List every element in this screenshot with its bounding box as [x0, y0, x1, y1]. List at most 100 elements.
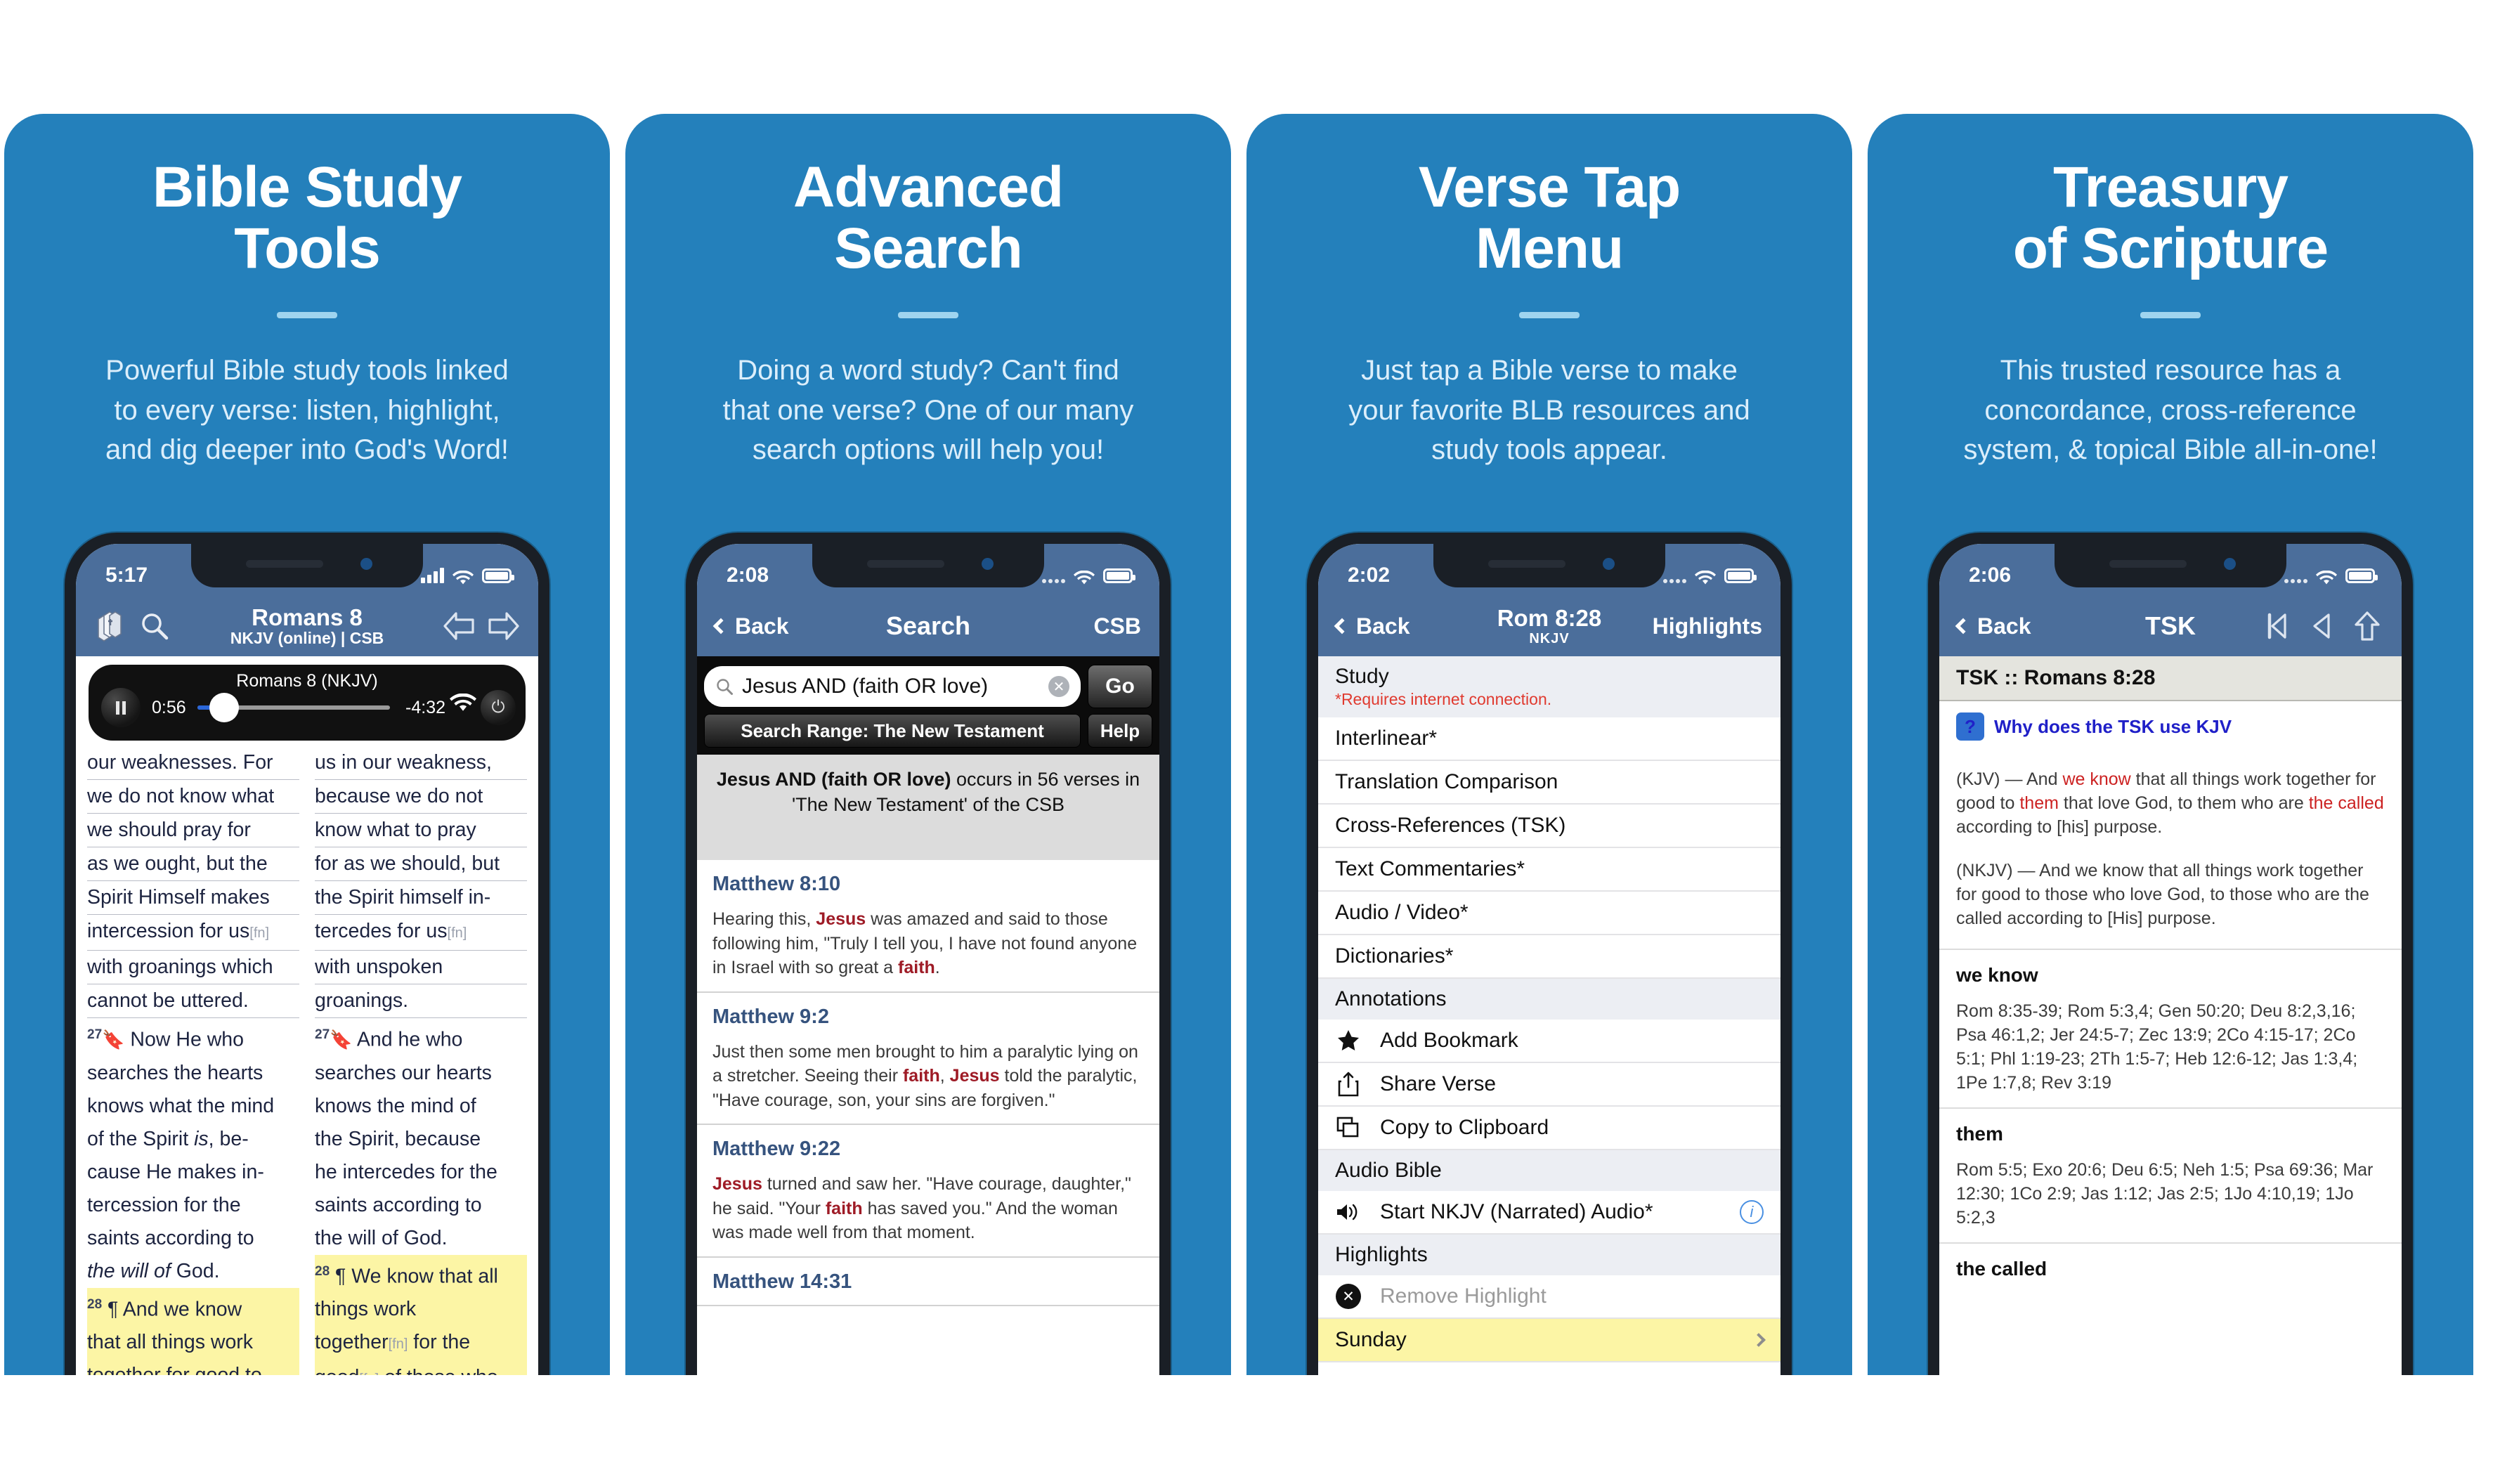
bible-text-line[interactable]: tercedes for us[fn] — [315, 915, 527, 951]
bible-text-line[interactable]: searches our hearts — [315, 1057, 527, 1090]
audio-power-button[interactable]: ⏻ — [481, 690, 516, 725]
bible-text-line[interactable]: Spirit Himself makes — [87, 881, 299, 915]
footnote-marker[interactable]: [fn] — [249, 925, 269, 941]
verse-action-menu[interactable]: Study *Requires internet connection. Inter… — [1318, 656, 1780, 1362]
up-arrow-icon[interactable] — [2351, 611, 2383, 642]
bible-text-line[interactable]: us in our weakness, — [315, 746, 527, 780]
bible-text-line[interactable]: the will of God. — [315, 1222, 527, 1255]
bible-text-line[interactable]: tercession for the — [87, 1189, 299, 1222]
menu-item-start-nkjv-narrated-audio[interactable]: Start NKJV (Narrated) Audio* i — [1318, 1191, 1780, 1235]
books-icon[interactable] — [94, 610, 126, 642]
tsk-crossref-block[interactable]: the called — [1939, 1242, 2402, 1293]
tsk-help-link[interactable]: ? Why does the TSK use KJV — [1939, 701, 2402, 748]
bible-text-line[interactable]: knows the mind of — [315, 1090, 527, 1123]
bible-text-line[interactable]: our weaknesses. For — [87, 746, 299, 780]
menu-item-interlinear[interactable]: Interlinear* — [1318, 717, 1780, 761]
menu-item-sunday[interactable]: Sunday — [1318, 1319, 1780, 1362]
search-result-item[interactable]: Matthew 9:22 Jesus turned and saw her. "… — [697, 1125, 1159, 1258]
bible-text-line[interactable]: 27🔖 And he who — [315, 1018, 527, 1057]
back-button[interactable]: Back — [712, 613, 789, 639]
previous-chapter-icon[interactable] — [443, 611, 475, 642]
info-icon[interactable]: i — [1740, 1200, 1764, 1224]
menu-item-add-bookmark[interactable]: Add Bookmark — [1318, 1020, 1780, 1063]
bible-text-line[interactable]: good[fn] of those who — [315, 1361, 527, 1375]
search-range-button[interactable]: Search Range: The New Testament — [704, 714, 1081, 748]
menu-item-text-commentaries[interactable]: Text Commentaries* — [1318, 848, 1780, 892]
audio-scrubber-knob[interactable] — [209, 693, 240, 722]
clear-icon[interactable]: ✕ — [1048, 676, 1069, 697]
go-button[interactable]: Go — [1088, 665, 1152, 708]
tsk-reference-list[interactable]: Rom 5:5; Exo 20:6; Deu 6:5; Neh 1:5; Psa… — [1956, 1158, 2385, 1230]
bible-text-line[interactable]: 28 ¶ We know that all — [315, 1254, 527, 1293]
highlighted-phrase: the called — [2308, 793, 2384, 813]
search-input[interactable]: Jesus AND (faith OR love) ✕ — [704, 666, 1081, 707]
back-button[interactable]: Back — [1334, 613, 1410, 639]
bible-text-line[interactable]: saints according to — [315, 1189, 527, 1222]
back-button[interactable]: Back — [1955, 613, 2031, 639]
audio-scrubber[interactable] — [197, 693, 391, 722]
bible-text-line[interactable]: he intercedes for the — [315, 1156, 527, 1189]
bible-text-line[interactable]: together for good to — [87, 1359, 299, 1375]
pause-button[interactable] — [101, 688, 141, 727]
bible-text-line[interactable]: with unspoken — [315, 951, 527, 984]
tsk-crossref-blocks[interactable]: we know Rom 8:35-39; Rom 5:3,4; Gen 50:20… — [1939, 949, 2402, 1293]
bible-text-line[interactable]: 27🔖 Now He who — [87, 1018, 299, 1057]
bible-column-nkjv[interactable]: our weaknesses. For we do not know what we… — [87, 746, 299, 1375]
help-button[interactable]: Help — [1088, 714, 1152, 748]
bible-text-line[interactable]: we do not know what — [87, 780, 299, 814]
highlights-button[interactable]: Highlights — [1653, 613, 1762, 639]
previous-result-icon[interactable] — [2306, 611, 2338, 642]
search-result-item[interactable]: Matthew 8:10 Hearing this, Jesus was ama… — [697, 860, 1159, 993]
translation-button[interactable]: CSB — [1093, 613, 1141, 639]
bible-text-line[interactable]: as we ought, but the — [87, 847, 299, 881]
search-result-item[interactable]: Matthew 14:31 — [697, 1258, 1159, 1306]
tsk-reference-list[interactable]: Rom 8:35-39; Rom 5:3,4; Gen 50:20; Deu 8… — [1956, 999, 2385, 1095]
footnote-marker[interactable]: [fn] — [448, 925, 467, 941]
bible-text-line[interactable]: we should pray for — [87, 814, 299, 847]
bookmark-icon[interactable]: 🔖 — [102, 1029, 124, 1050]
audio-player-bar[interactable]: Romans 8 (NKJV) 0:56 -4:32 ⏻ — [89, 665, 526, 741]
bible-text-line[interactable]: groanings. — [315, 984, 527, 1018]
bible-text-line[interactable]: for as we should, but — [315, 847, 527, 881]
bible-text-line[interactable]: with groanings which — [87, 951, 299, 984]
search-result-item[interactable]: Matthew 9:2 Just then some men brought t… — [697, 993, 1159, 1125]
search-icon[interactable] — [139, 611, 170, 642]
bible-text-line[interactable]: things work — [315, 1293, 527, 1326]
search-results-list[interactable]: Matthew 8:10 Hearing this, Jesus was ama… — [697, 860, 1159, 1306]
tsk-crossref-block[interactable]: them Rom 5:5; Exo 20:6; Deu 6:5; Neh 1:5;… — [1939, 1107, 2402, 1242]
tsk-crossref-block[interactable]: we know Rom 8:35-39; Rom 5:3,4; Gen 50:20… — [1939, 949, 2402, 1107]
result-reference[interactable]: Matthew 9:2 — [712, 1005, 1144, 1029]
panel-title: Treasury of Scripture — [2012, 155, 2329, 280]
bible-text-line[interactable]: the Spirit himself in- — [315, 881, 527, 915]
menu-item-remove-highlight[interactable]: ✕ Remove Highlight — [1318, 1275, 1780, 1319]
footnote-marker[interactable]: [fn] — [389, 1336, 408, 1352]
bible-text-line[interactable]: cause He makes in- — [87, 1156, 299, 1189]
bible-text-line[interactable]: searches the hearts — [87, 1057, 299, 1090]
bible-text-line[interactable]: knows what the mind — [87, 1090, 299, 1123]
bible-text-line[interactable]: saints according to — [87, 1222, 299, 1255]
menu-item-copy-to-clipboard[interactable]: Copy to Clipboard — [1318, 1107, 1780, 1150]
bible-text-line[interactable]: the Spirit, because — [315, 1123, 527, 1156]
bible-text-line[interactable]: 28 ¶ And we know — [87, 1287, 299, 1326]
bible-text-line[interactable]: together[fn] for the — [315, 1326, 527, 1361]
menu-item-dictionaries[interactable]: Dictionaries* — [1318, 935, 1780, 979]
result-reference[interactable]: Matthew 9:22 — [712, 1138, 1144, 1161]
next-chapter-icon[interactable] — [488, 611, 520, 642]
bible-column-csb[interactable]: us in our weakness, because we do not know… — [315, 746, 527, 1375]
bible-text-line[interactable]: of the Spirit is, be- — [87, 1123, 299, 1156]
bible-text-line[interactable]: know what to pray — [315, 814, 527, 847]
bookmark-icon[interactable]: 🔖 — [330, 1029, 352, 1050]
bible-text-line[interactable]: that all things work — [87, 1326, 299, 1359]
bible-text-line[interactable]: the will of God. — [87, 1255, 299, 1288]
menu-item-cross-references-tsk[interactable]: Cross-References (TSK) — [1318, 805, 1780, 848]
menu-item-translation-comparison[interactable]: Translation Comparison — [1318, 761, 1780, 805]
menu-item-audio-video[interactable]: Audio / Video* — [1318, 892, 1780, 935]
result-reference[interactable]: Matthew 8:10 — [712, 873, 1144, 896]
bible-text-line[interactable]: cannot be uttered. — [87, 984, 299, 1018]
result-reference[interactable]: Matthew 14:31 — [712, 1270, 1144, 1294]
footnote-marker[interactable]: [fn] — [359, 1372, 379, 1375]
bible-text-line[interactable]: because we do not — [315, 780, 527, 814]
menu-item-share-verse[interactable]: Share Verse — [1318, 1063, 1780, 1107]
bible-text-line[interactable]: intercession for us[fn] — [87, 915, 299, 951]
first-result-icon[interactable] — [2261, 611, 2293, 642]
